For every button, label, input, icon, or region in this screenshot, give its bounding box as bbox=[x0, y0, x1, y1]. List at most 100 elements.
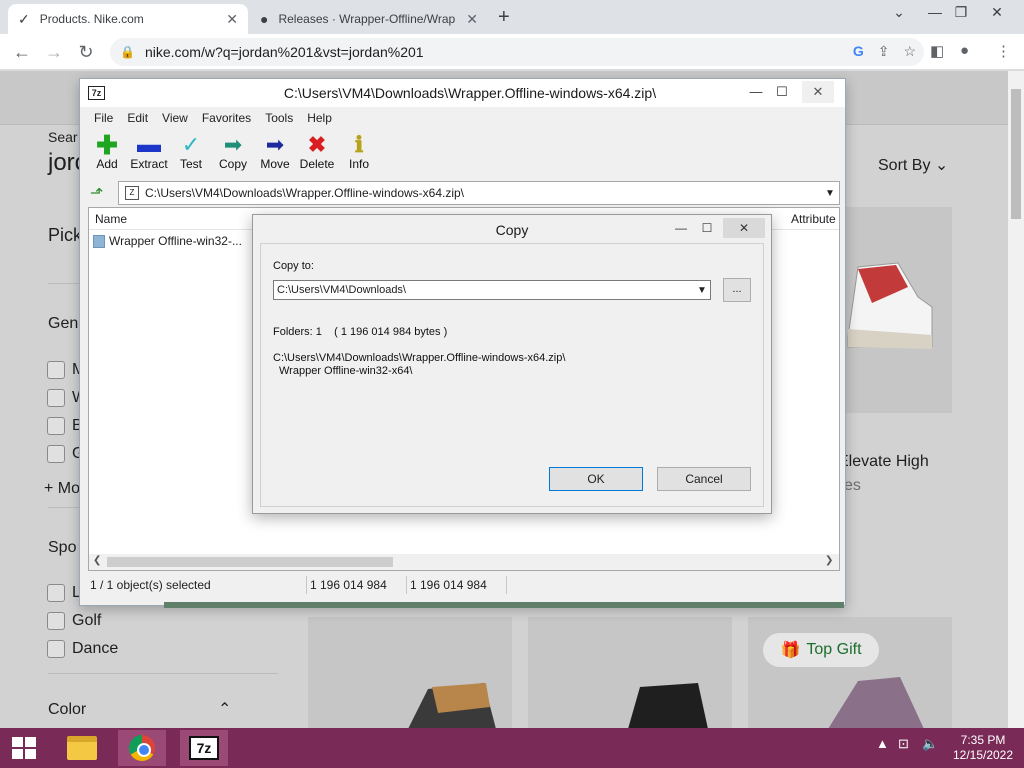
minimize-button[interactable]: — bbox=[667, 218, 695, 238]
nike-swoosh-icon: ✓ bbox=[18, 10, 30, 27]
sport-option: Dance bbox=[72, 640, 119, 657]
add-label: Add bbox=[96, 157, 118, 171]
browse-button[interactable]: ... bbox=[723, 278, 751, 302]
menu-favorites[interactable]: Favorites bbox=[202, 111, 251, 125]
product-image[interactable] bbox=[528, 617, 732, 728]
taskbar-7zip[interactable]: 7z bbox=[180, 730, 228, 766]
file-explorer-icon bbox=[67, 736, 97, 760]
show-hidden-icons-icon[interactable]: ▲ bbox=[876, 736, 889, 751]
status-packed-size: 1 196 014 984 bbox=[410, 578, 487, 592]
profile-avatar-icon[interactable]: ● bbox=[960, 42, 969, 59]
scroll-left-icon[interactable]: ❮ bbox=[93, 555, 101, 566]
reload-icon[interactable]: ↻ bbox=[74, 41, 98, 63]
close-button[interactable]: ✕ bbox=[802, 81, 834, 103]
divider bbox=[306, 576, 307, 594]
maximize-button[interactable]: ☐ bbox=[766, 81, 798, 103]
gender-checkbox[interactable] bbox=[47, 389, 65, 407]
archive-icon: Z bbox=[125, 186, 139, 200]
path-bar: ⬏ Z C:\Users\VM4\Downloads\Wrapper.Offli… bbox=[88, 181, 840, 205]
chevron-down-icon: ⌄ bbox=[934, 157, 949, 174]
gender-checkbox[interactable] bbox=[47, 361, 65, 379]
horizontal-scrollbar[interactable]: ❮ ❯ bbox=[89, 554, 839, 570]
product-subtitle: es bbox=[844, 477, 861, 494]
sport-checkbox[interactable] bbox=[47, 612, 65, 630]
scrollbar-thumb[interactable] bbox=[107, 557, 393, 567]
back-icon[interactable]: ← bbox=[10, 41, 34, 63]
url-text: nike.com/w?q=jordan%201&vst=jordan%201 bbox=[144, 44, 424, 60]
extract-label: Extract bbox=[130, 157, 168, 171]
restore-button[interactable]: ❐ bbox=[948, 4, 974, 21]
google-icon[interactable]: G bbox=[853, 43, 864, 60]
gender-checkbox[interactable] bbox=[47, 445, 65, 463]
sport-checkbox[interactable] bbox=[47, 584, 65, 602]
browser-toolbar: ← → ↻ 🔒 nike.com/w?q=jordan%201&vst=jord… bbox=[0, 34, 1024, 70]
folder-up-icon[interactable]: ⬏ bbox=[90, 183, 103, 203]
search-results-prefix: Sear bbox=[48, 129, 78, 145]
menu-tools[interactable]: Tools bbox=[265, 111, 293, 125]
close-button[interactable]: ✕ bbox=[984, 4, 1010, 21]
column-name[interactable]: Name bbox=[95, 212, 127, 226]
sort-by-button[interactable]: Sort By ⌄ bbox=[878, 155, 948, 175]
close-tab-icon[interactable]: ✕ bbox=[466, 11, 478, 28]
divider bbox=[48, 673, 278, 674]
column-attributes[interactable]: Attribute bbox=[791, 212, 836, 226]
page-scrollbar[interactable] bbox=[1008, 71, 1024, 728]
taskbar-chrome[interactable] bbox=[118, 730, 166, 766]
chevron-down-icon[interactable]: ▼ bbox=[821, 188, 839, 199]
forward-icon[interactable]: → bbox=[42, 41, 66, 63]
close-button[interactable]: ✕ bbox=[723, 218, 765, 238]
share-icon[interactable]: ⇪ bbox=[878, 43, 890, 60]
sport-checkbox[interactable] bbox=[47, 640, 65, 658]
start-button[interactable] bbox=[0, 730, 48, 766]
scrollbar-thumb[interactable] bbox=[1011, 89, 1021, 219]
destination-combobox[interactable]: C:\Users\VM4\Downloads\ ▼ bbox=[273, 280, 711, 300]
address-bar[interactable]: 🔒 nike.com/w?q=jordan%201&vst=jordan%201… bbox=[110, 38, 924, 66]
menu-file[interactable]: File bbox=[94, 111, 113, 125]
dialog-titlebar[interactable]: Copy — ☐ ✕ bbox=[253, 215, 771, 243]
info-button[interactable]: ℹ Info bbox=[334, 133, 384, 172]
maximize-button[interactable]: ☐ bbox=[693, 218, 721, 238]
product-image[interactable] bbox=[828, 207, 952, 413]
chevron-down-icon[interactable]: ⌄ bbox=[886, 4, 912, 21]
copy-label: Copy bbox=[218, 157, 247, 171]
chevron-up-icon[interactable]: ⌃ bbox=[218, 699, 231, 719]
chevron-down-icon[interactable]: ▼ bbox=[694, 285, 710, 296]
menu-view[interactable]: View bbox=[162, 111, 188, 125]
menu-edit[interactable]: Edit bbox=[127, 111, 148, 125]
ok-button[interactable]: OK bbox=[549, 467, 643, 491]
path-combobox[interactable]: Z C:\Users\VM4\Downloads\Wrapper.Offline… bbox=[118, 181, 840, 205]
sevenzip-titlebar[interactable]: 7z C:\Users\VM4\Downloads\Wrapper.Offlin… bbox=[80, 79, 845, 107]
tab-github-releases[interactable]: ● Releases · Wrapper-Offline/Wrap ✕ bbox=[250, 4, 488, 34]
tab-nike[interactable]: ✓ Products. Nike.com ✕ bbox=[8, 4, 248, 34]
folders-info: Folders: 1 ( 1 196 014 984 bytes ) bbox=[273, 326, 448, 338]
test-label: Test bbox=[179, 157, 202, 171]
volume-icon[interactable]: 🔈 bbox=[922, 736, 938, 752]
product-name[interactable]: Elevate High bbox=[838, 453, 929, 471]
bookmark-star-icon[interactable]: ☆ bbox=[903, 43, 916, 60]
system-clock[interactable]: 7:35 PM 12/15/2022 bbox=[948, 733, 1018, 763]
sort-by-label: Sort By bbox=[878, 157, 931, 174]
sevenzip-app-icon: 7z bbox=[88, 86, 105, 100]
menu-kebab-icon[interactable]: ⋮ bbox=[996, 42, 1011, 60]
product-image[interactable] bbox=[308, 617, 512, 728]
list-item[interactable]: Wrapper Offline-win32-... bbox=[93, 234, 242, 248]
network-icon[interactable]: ⊡ bbox=[898, 736, 909, 752]
sport-filter-heading: Spo bbox=[48, 539, 77, 556]
gender-checkbox[interactable] bbox=[47, 417, 65, 435]
close-tab-icon[interactable]: ✕ bbox=[226, 11, 238, 28]
side-panel-icon[interactable]: ◧ bbox=[930, 42, 944, 60]
sevenzip-toolbar: ✚ Add ▬ Extract ✓ Test ➡ Copy ➡ Move ✖ D… bbox=[80, 129, 845, 179]
menu-bar: File Edit View Favorites Tools Help bbox=[80, 107, 845, 129]
info-label: Info bbox=[348, 157, 369, 171]
scroll-right-icon[interactable]: ❯ bbox=[825, 555, 833, 566]
new-tab-button[interactable]: + bbox=[498, 6, 510, 29]
tab-title: Products. Nike.com bbox=[39, 12, 144, 26]
minimize-button[interactable]: — bbox=[922, 4, 948, 20]
taskbar-file-explorer[interactable] bbox=[58, 730, 106, 766]
cancel-button[interactable]: Cancel bbox=[657, 467, 751, 491]
windows-logo-icon bbox=[12, 737, 36, 759]
menu-help[interactable]: Help bbox=[307, 111, 332, 125]
more-link[interactable]: + Mo bbox=[44, 480, 80, 498]
page-banner-strip bbox=[164, 602, 844, 608]
github-icon: ● bbox=[260, 11, 269, 27]
